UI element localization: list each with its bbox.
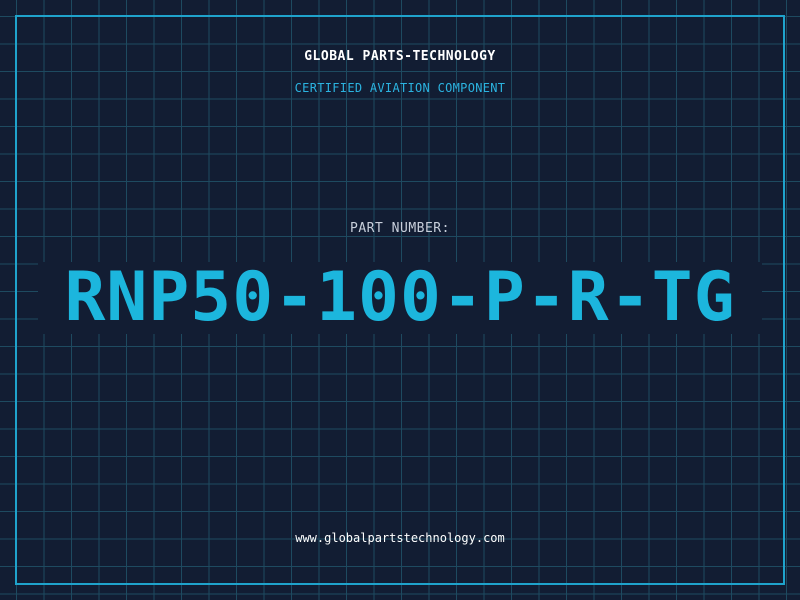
part-number-label: PART NUMBER: <box>350 221 450 236</box>
company-name: GLOBAL PARTS-TECHNOLOGY <box>304 49 496 64</box>
label-canvas: GLOBAL PARTS-TECHNOLOGY CERTIFIED AVIATI… <box>0 0 800 600</box>
part-number-value: RNP50-100-P-R-TG <box>64 258 736 337</box>
certification-tagline: CERTIFIED AVIATION COMPONENT <box>294 81 506 95</box>
website-url: www.globalpartstechnology.com <box>295 531 505 545</box>
